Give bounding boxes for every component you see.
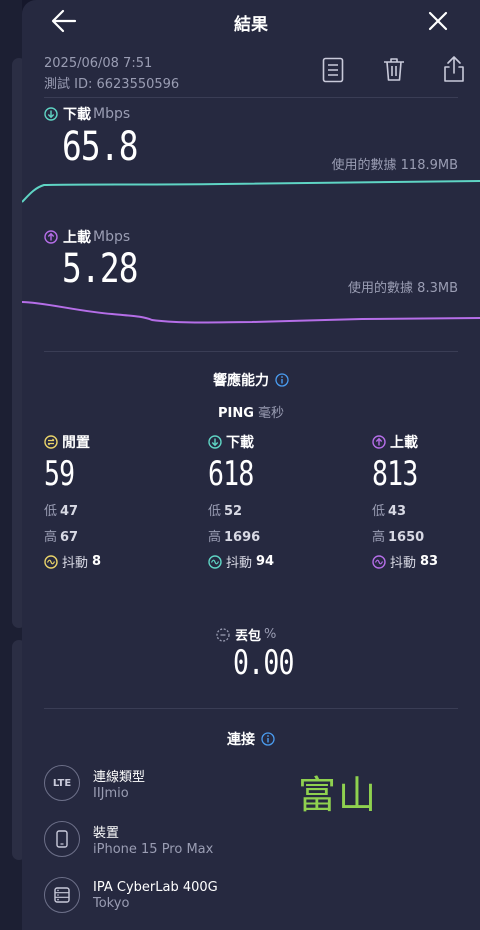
phone-icon — [44, 821, 80, 857]
ping-idle-value: 59 — [44, 454, 75, 494]
page-title: 結果 — [234, 15, 268, 35]
responsiveness-title: 響應能力 — [22, 370, 480, 390]
download-speed-value: 65.8 — [62, 124, 139, 170]
server-icon — [44, 877, 80, 913]
server-row: IPA CyberLab 400G Tokyo — [44, 877, 218, 913]
ping-download-column: 下載 618 低 52 高 1696 抖動 94 — [208, 432, 274, 571]
ping-idle-jitter: 抖動 8 — [44, 552, 101, 571]
close-icon[interactable] — [428, 11, 448, 31]
device-row: 裝置 iPhone 15 Pro Max — [44, 821, 213, 857]
ping-download-label: 下載 — [226, 435, 254, 451]
ping-upload-high: 高 1650 — [372, 530, 425, 545]
packet-loss-icon — [216, 627, 230, 642]
download-label-text: 下載 — [63, 107, 91, 123]
upload-label: 上載 Mbps — [44, 227, 130, 247]
device-title: 裝置 — [93, 825, 120, 841]
ping-idle-column: 閒置 59 低 47 高 67 抖動 8 — [44, 432, 101, 571]
upload-arrow-icon — [372, 435, 386, 449]
ping-upload-label: 上載 — [390, 435, 418, 451]
upload-unit: Mbps — [93, 229, 131, 245]
divider — [44, 97, 458, 98]
upload-label-text: 上載 — [63, 230, 91, 246]
lte-icon: LTE — [44, 765, 80, 801]
jitter-icon — [208, 554, 222, 569]
ping-download-value: 618 — [208, 454, 254, 494]
ping-unit: 毫秒 — [258, 406, 285, 421]
jitter-icon — [372, 554, 386, 569]
trash-icon[interactable] — [382, 56, 406, 82]
connection-type-row: LTE 連線類型 IIJmio — [44, 765, 145, 801]
ping-upload-jitter: 抖動 83 — [372, 552, 438, 571]
location-overlay-text: 富山 — [298, 773, 379, 817]
test-id: 測試 ID: 6623550596 — [44, 77, 180, 92]
upload-arrow-icon — [44, 230, 58, 244]
test-date: 2025/06/08 7:51 — [44, 56, 153, 71]
ping-upload-low: 低 43 — [372, 504, 407, 519]
notes-icon[interactable] — [322, 57, 344, 83]
packet-loss-unit: % — [264, 627, 277, 642]
info-icon[interactable] — [261, 732, 275, 746]
download-arrow-icon — [208, 435, 222, 449]
ping-idle-header: 閒置 — [44, 432, 101, 452]
server-location: Tokyo — [93, 895, 130, 911]
divider — [44, 351, 458, 352]
upload-speed-graph — [22, 301, 480, 324]
ping-upload-value: 813 — [372, 454, 418, 494]
packet-loss-label: 丟包 % — [216, 625, 276, 644]
share-icon[interactable] — [443, 55, 465, 83]
ping-idle-low: 低 47 — [44, 504, 79, 519]
connection-title-text: 連接 — [227, 732, 255, 748]
ping-download-low: 低 52 — [208, 504, 243, 519]
upload-speed-value: 5.28 — [62, 246, 139, 292]
connection-title: 連接 — [22, 729, 480, 749]
device-value: iPhone 15 Pro Max — [93, 841, 214, 857]
download-speed-graph — [22, 180, 480, 203]
ping-label-text: PING — [217, 406, 254, 421]
ping-upload-header: 上載 — [372, 432, 438, 452]
server-title: IPA CyberLab 400G — [93, 879, 218, 895]
download-unit: Mbps — [93, 106, 131, 122]
responsiveness-title-text: 響應能力 — [213, 373, 269, 389]
info-icon[interactable] — [275, 373, 289, 387]
packet-loss-value: 0.00 — [233, 643, 295, 683]
jitter-icon — [44, 554, 58, 569]
result-panel: 結果 2025/06/08 7:51 測試 ID: 6623550596 下載 … — [22, 0, 480, 930]
download-arrow-icon — [44, 107, 58, 121]
ping-label: PING 毫秒 — [22, 402, 480, 421]
ping-download-jitter: 抖動 94 — [208, 552, 274, 571]
packet-loss-label-text: 丟包 — [235, 629, 262, 644]
divider — [44, 708, 458, 709]
ping-idle-label: 閒置 — [62, 435, 90, 451]
download-label: 下載 Mbps — [44, 104, 130, 124]
ping-idle-high: 高 67 — [44, 530, 79, 545]
connection-type-value: IIJmio — [93, 785, 129, 801]
idle-icon — [44, 435, 58, 449]
connection-type-title: 連線類型 — [93, 769, 146, 785]
ping-download-header: 下載 — [208, 432, 274, 452]
ping-upload-column: 上載 813 低 43 高 1650 抖動 83 — [372, 432, 438, 571]
ping-download-high: 高 1696 — [208, 530, 261, 545]
